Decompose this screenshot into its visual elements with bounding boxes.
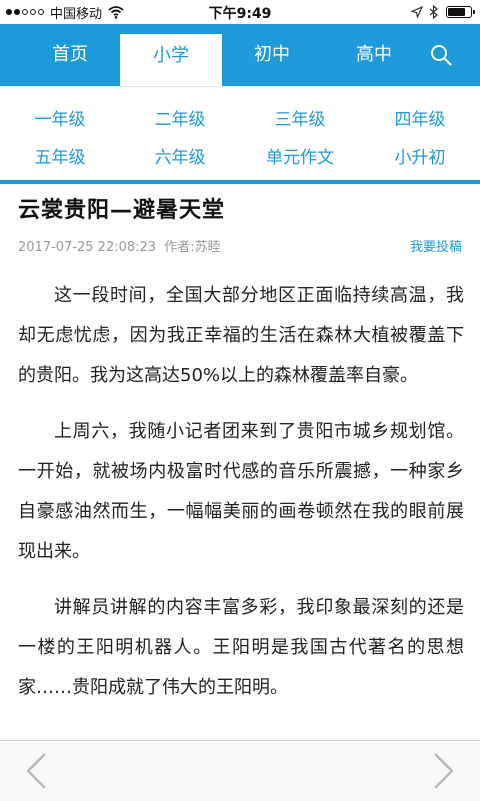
grade-link-6[interactable]: 六年级 [120,143,240,168]
top-nav: 首页 小学 初中 高中 [0,24,480,86]
tab-home[interactable]: 首页 [20,24,120,86]
grade-link-1[interactable]: 一年级 [0,105,120,130]
chevron-left-icon[interactable] [22,753,52,789]
search-icon[interactable] [430,44,452,66]
chevron-right-icon[interactable] [428,753,458,789]
article-body: 这一段时间，全国大部分地区正面临持续高温，我却无虑忧虑，因为我正幸福的生活在森林… [18,276,464,740]
article-meta: 2017-07-25 22:08:23 作者:苏睦 [18,236,221,255]
article-date: 2017-07-25 22:08:23 [18,240,157,255]
tab-junior-high[interactable]: 初中 [222,24,322,86]
browser-toolbar [0,740,480,801]
grade-link-4[interactable]: 四年级 [360,105,480,130]
grade-grid: 一年级 二年级 三年级 四年级 五年级 六年级 单元作文 小升初 [0,86,480,181]
middle-school-entrance-link[interactable]: 小升初 [360,143,480,168]
tab-senior-high[interactable]: 高中 [324,24,424,86]
article-paragraph: 讲解员讲解的内容丰富多彩，我印象最深刻的还是一楼的王阳明机器人。王阳明是我国古代… [18,597,464,698]
grade-link-3[interactable]: 三年级 [240,105,360,130]
article-paragraph: 这一段时间，全国大部分地区正面临持续高温，我却无虑忧虑，因为我正幸福的生活在森林… [18,285,464,386]
tab-primary-school[interactable]: 小学 [120,34,222,86]
article-paragraph: 上周六，我随小记者团来到了贵阳市城乡规划馆。一开始，就被场内极富时代感的音乐所震… [18,421,464,562]
submit-article-link[interactable]: 我要投稿 [410,236,462,255]
bluetooth-icon [429,5,438,19]
section-divider [0,180,480,184]
grade-link-5[interactable]: 五年级 [0,143,120,168]
article-title: 云裳贵阳—避暑天堂 [18,198,226,223]
battery-icon [446,6,475,18]
status-right [405,4,475,20]
location-arrow-icon [411,6,423,18]
article-author: 作者:苏睦 [164,240,221,255]
status-bar: 中国移动 下午9:49 [0,0,480,24]
unit-composition-link[interactable]: 单元作文 [240,143,360,168]
grade-link-2[interactable]: 二年级 [120,105,240,130]
